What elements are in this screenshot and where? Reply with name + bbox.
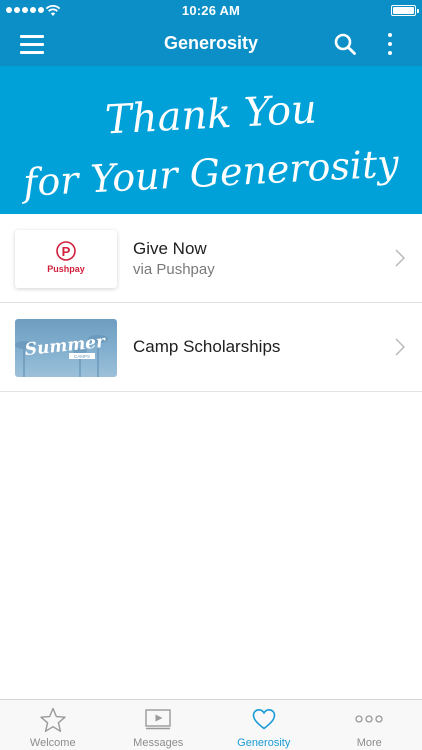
- battery-icon: [391, 5, 419, 16]
- status-bar: 10:26 AM: [0, 0, 422, 22]
- search-icon[interactable]: [333, 32, 357, 56]
- list-item-give-now[interactable]: P Pushpay Give Now via Pushpay: [0, 214, 422, 303]
- more-dots-icon: [355, 715, 383, 723]
- vertical-dots-icon[interactable]: [384, 32, 396, 56]
- summer-camps-thumbnail: Summer CAMPS: [15, 319, 117, 377]
- pushpay-thumbnail: P Pushpay: [15, 230, 117, 288]
- svg-text:P: P: [62, 244, 71, 259]
- status-time: 10:26 AM: [181, 3, 241, 18]
- tab-generosity[interactable]: Generosity: [211, 700, 317, 750]
- list-item-subtitle: via Pushpay: [133, 261, 215, 278]
- tab-label: Welcome: [29, 737, 76, 749]
- giving-options-list: P Pushpay Give Now via Pushpay Summer CA…: [0, 214, 422, 392]
- play-video-icon: [145, 709, 171, 730]
- list-item-title: Camp Scholarships: [133, 337, 281, 356]
- page-title: Generosity: [163, 33, 259, 53]
- list-item-camp-scholarships[interactable]: Summer CAMPS Camp Scholarships: [0, 303, 422, 392]
- star-icon: [40, 707, 66, 732]
- thank-you-banner: Thank You for Your Generosity: [0, 66, 422, 214]
- svg-text:CAMPS: CAMPS: [74, 354, 90, 359]
- tab-messages[interactable]: Messages: [106, 700, 212, 750]
- tab-label: Messages: [133, 737, 184, 749]
- chevron-right-icon: [395, 249, 405, 267]
- banner-line2: for Your Generosity: [19, 141, 400, 205]
- banner-text: Thank You for Your Generosity: [19, 86, 400, 205]
- heart-icon: [252, 709, 276, 730]
- summer-camps-image: Summer CAMPS: [15, 332, 108, 377]
- navigation-bar: Generosity: [0, 22, 422, 66]
- list-item-title: Give Now: [133, 239, 207, 258]
- pushpay-logo: P Pushpay: [47, 241, 85, 274]
- tab-more[interactable]: More: [317, 700, 422, 750]
- tab-welcome[interactable]: Welcome: [0, 700, 106, 750]
- svg-text:Pushpay: Pushpay: [47, 264, 85, 274]
- chevron-right-icon: [395, 338, 405, 356]
- tab-bar: Welcome Messages Generosity More: [0, 699, 422, 750]
- tab-label: Generosity: [237, 737, 291, 749]
- banner-line1: Thank You: [104, 86, 318, 143]
- tab-label: More: [356, 737, 382, 749]
